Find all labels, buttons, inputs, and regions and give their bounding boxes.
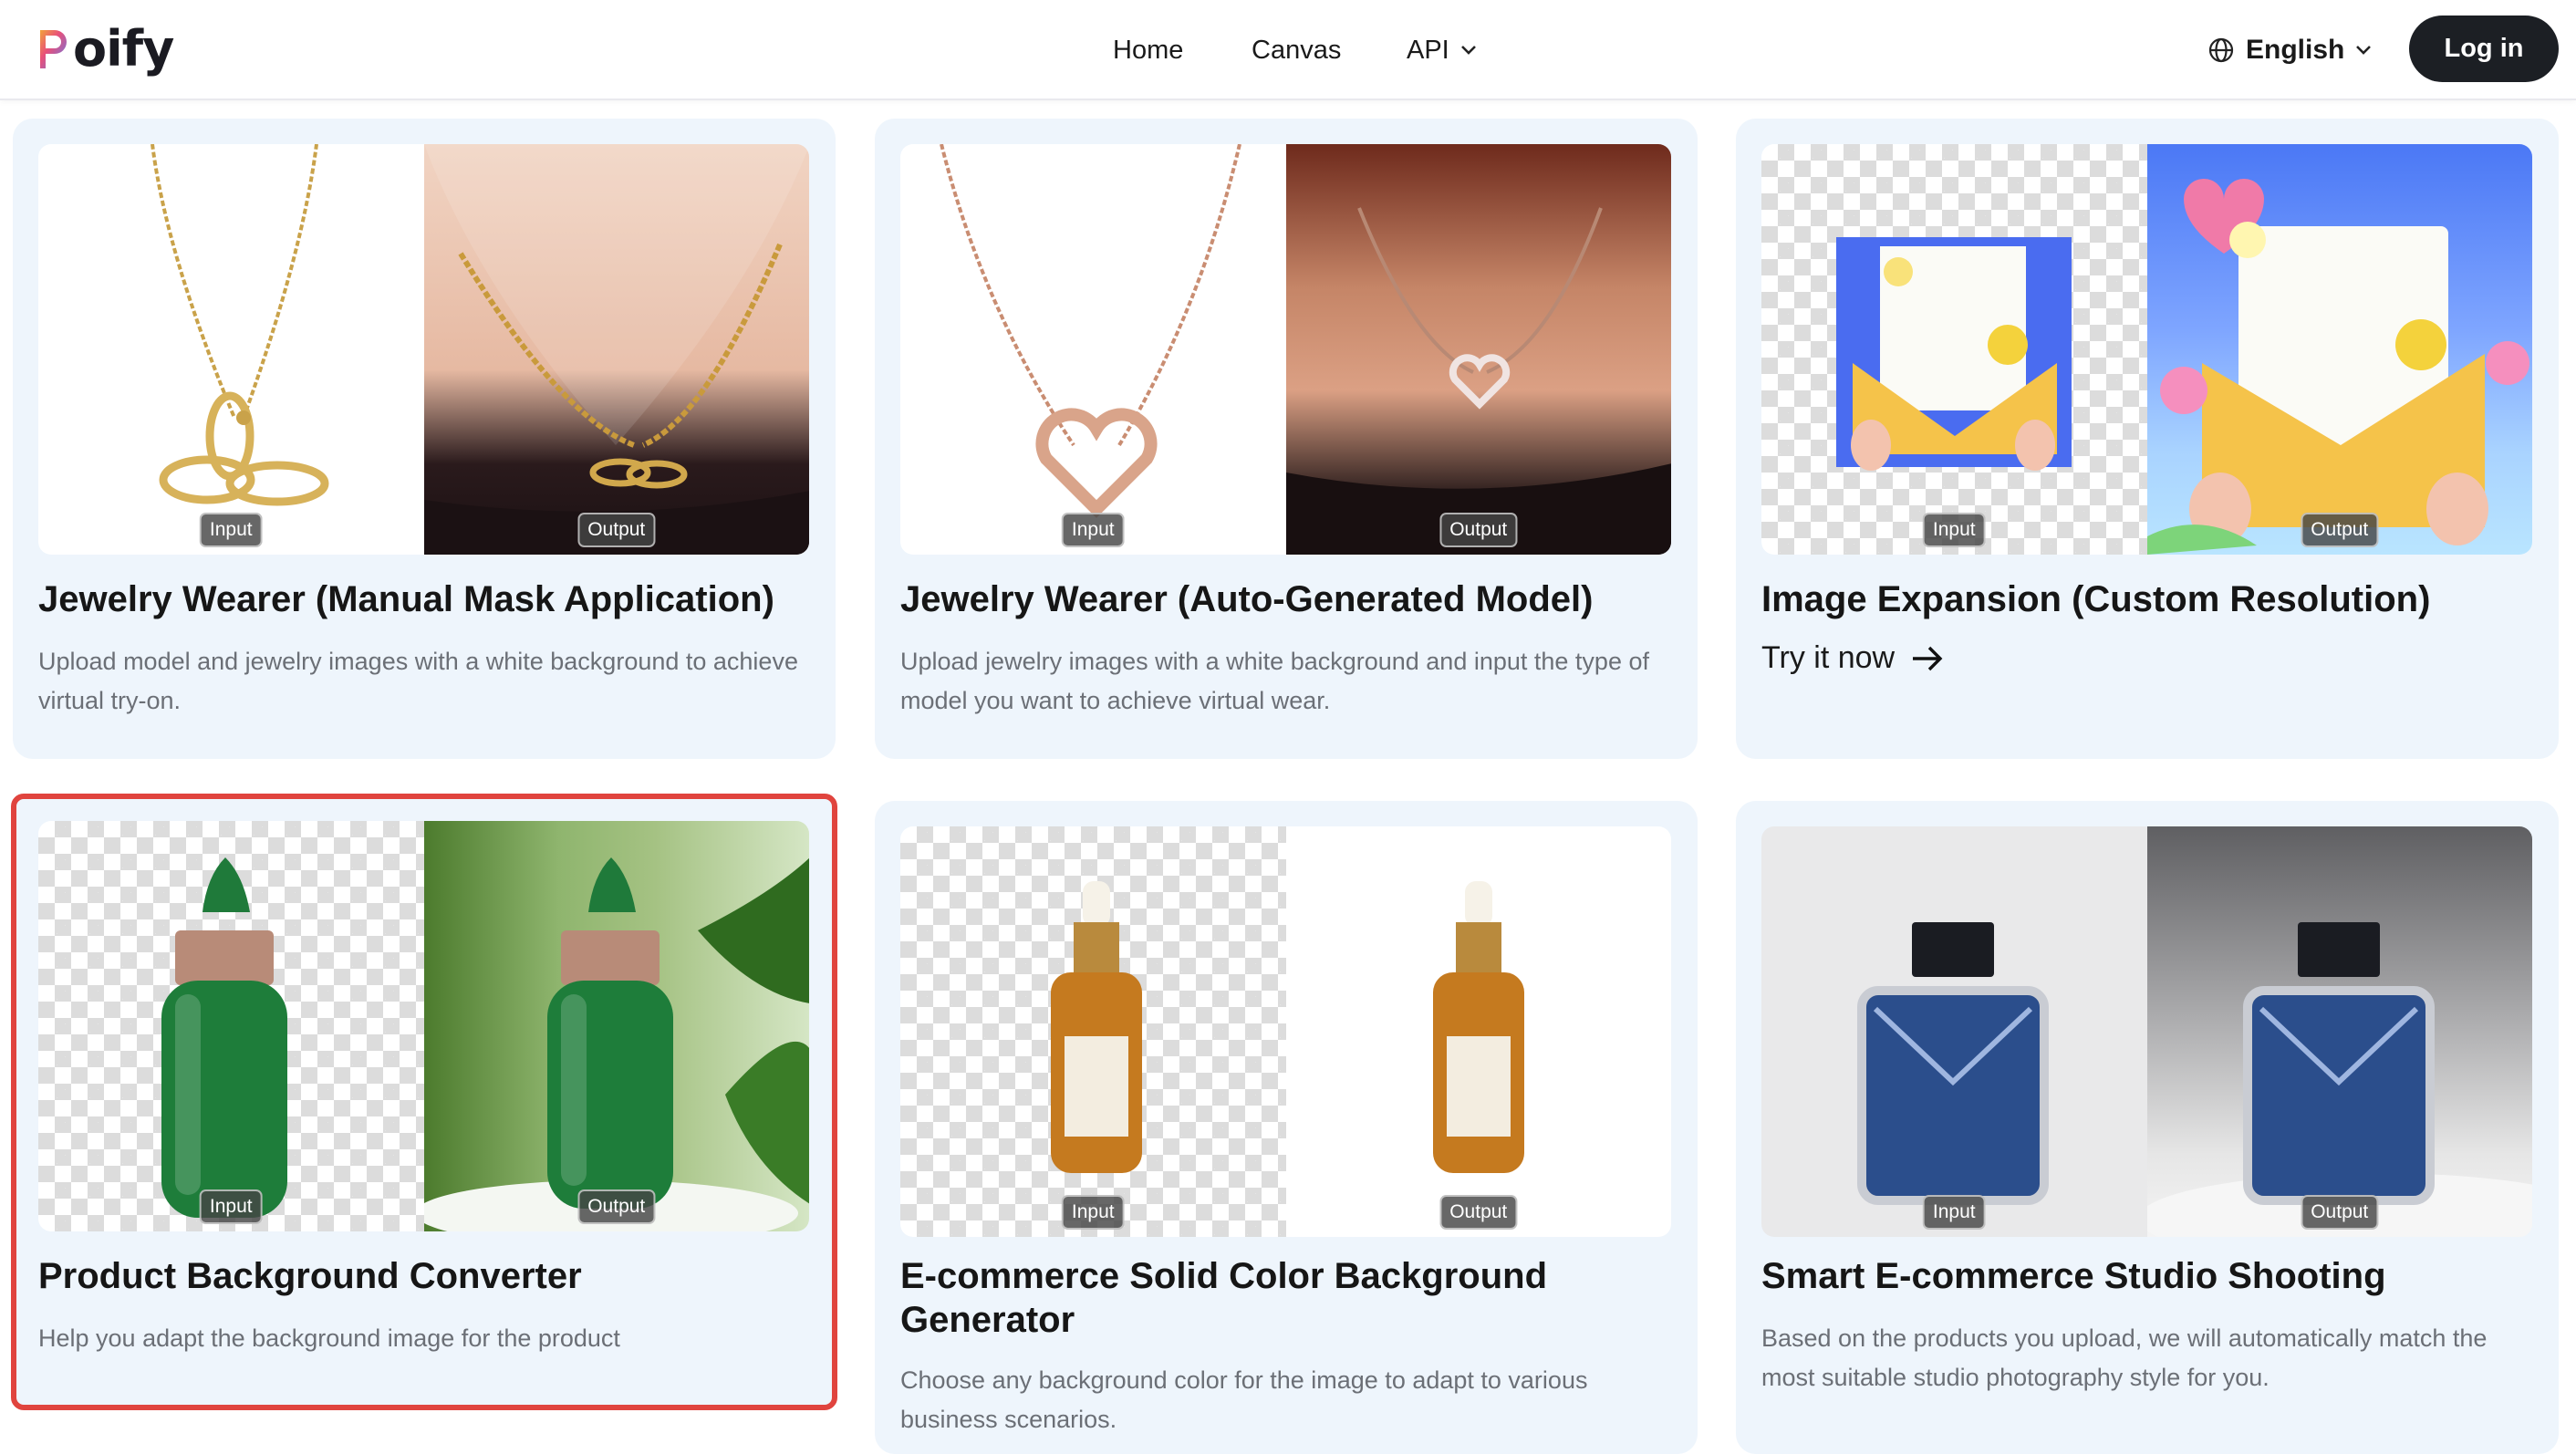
output-image: Output bbox=[2146, 144, 2532, 555]
card-description: Based on the products you upload, we wil… bbox=[1761, 1324, 2488, 1391]
output-image: Output bbox=[2146, 826, 2532, 1237]
output-image: Output bbox=[1285, 826, 1671, 1237]
input-image: Input bbox=[1761, 826, 2147, 1237]
input-image: Input bbox=[38, 144, 424, 555]
nav-home[interactable]: Home bbox=[1113, 0, 1183, 100]
input-tag: Input bbox=[1061, 1195, 1125, 1230]
card-description: Choose any background color for the imag… bbox=[900, 1366, 1588, 1433]
chevron-down-icon bbox=[1460, 45, 1477, 56]
tool-card-studio-shooting[interactable]: Input Output Smart E-commerce Studio Sho… bbox=[1736, 801, 2559, 1454]
tool-card-jewelry-auto-model[interactable]: Input Output Jewelry Wearer (Auto-Genera… bbox=[875, 119, 1698, 759]
tool-card-product-background-converter[interactable]: Input Output Product Background Converte… bbox=[11, 794, 837, 1410]
input-image: Input bbox=[900, 826, 1286, 1237]
input-tag: Input bbox=[199, 513, 263, 547]
card-title: Jewelry Wearer (Auto-Generated Model) bbox=[900, 579, 1594, 619]
globe-icon bbox=[2207, 36, 2235, 64]
input-image: Input bbox=[1761, 144, 2147, 555]
card-title: Product Background Converter bbox=[38, 1256, 582, 1296]
output-tag: Output bbox=[577, 513, 656, 547]
nav-api-dropdown[interactable]: API bbox=[1407, 0, 1477, 100]
card-preview: Input Output bbox=[900, 144, 1671, 555]
input-tag: Input bbox=[1922, 513, 1986, 547]
card-description: Upload model and jewelry images with a w… bbox=[38, 648, 798, 714]
card-preview: Input Output bbox=[1761, 144, 2532, 555]
top-nav-bar: oify Home Canvas API English Log in bbox=[0, 0, 2576, 100]
input-tag: Input bbox=[1922, 1195, 1986, 1230]
output-tag: Output bbox=[1439, 513, 1518, 547]
input-tag: Input bbox=[199, 1189, 263, 1224]
output-image: Output bbox=[1285, 144, 1671, 555]
output-image: Output bbox=[423, 821, 809, 1231]
input-tag: Input bbox=[1061, 513, 1125, 547]
card-description: Help you adapt the background image for … bbox=[38, 1324, 620, 1352]
logo-p-icon bbox=[35, 25, 71, 72]
arrow-right-icon bbox=[1911, 645, 1944, 672]
card-title: Image Expansion (Custom Resolution) bbox=[1761, 579, 2431, 619]
try-it-now-link[interactable]: Try it now bbox=[1761, 640, 1944, 676]
tool-card-image-expansion[interactable]: Input Output Image Expansion (Custom Res… bbox=[1736, 119, 2559, 759]
chevron-down-icon bbox=[2355, 45, 2372, 56]
card-preview: Input Output bbox=[38, 144, 809, 555]
input-image: Input bbox=[900, 144, 1286, 555]
tool-card-solid-color-background[interactable]: Input Output E-commerce Solid Color Back… bbox=[875, 801, 1698, 1454]
card-preview: Input Output bbox=[1761, 826, 2532, 1237]
card-preview: Input Output bbox=[900, 826, 1671, 1237]
output-image: Output bbox=[423, 144, 809, 555]
login-button[interactable]: Log in bbox=[2409, 16, 2559, 82]
output-tag: Output bbox=[2301, 1195, 2379, 1230]
card-title: Jewelry Wearer (Manual Mask Application) bbox=[38, 579, 774, 619]
nav-canvas[interactable]: Canvas bbox=[1252, 0, 1341, 100]
output-tag: Output bbox=[1439, 1195, 1518, 1230]
output-tag: Output bbox=[2301, 513, 2379, 547]
card-title: Smart E-commerce Studio Shooting bbox=[1761, 1256, 2386, 1296]
poify-logo[interactable]: oify bbox=[35, 16, 174, 80]
language-selector[interactable]: English bbox=[2207, 0, 2372, 100]
tool-card-jewelry-manual-mask[interactable]: Input Output Jewelry Wearer (Manual Mask… bbox=[13, 119, 836, 759]
input-image: Input bbox=[38, 821, 424, 1231]
card-description: Upload jewelry images with a white backg… bbox=[900, 648, 1649, 714]
card-title: E-commerce Solid Color Background Genera… bbox=[900, 1256, 1548, 1340]
card-preview: Input Output bbox=[38, 821, 809, 1231]
output-tag: Output bbox=[577, 1189, 656, 1224]
